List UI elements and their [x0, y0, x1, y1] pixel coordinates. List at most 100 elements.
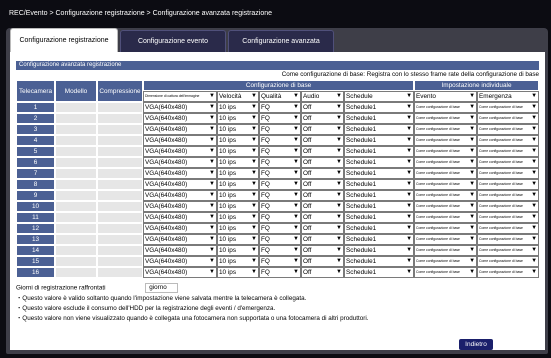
- event-select[interactable]: Come configurazione di base ▼: [414, 113, 478, 124]
- emergency-select[interactable]: Come configurazione di base ▼: [477, 223, 540, 234]
- rate-select[interactable]: 10 ips ▼: [217, 102, 259, 113]
- audio-select[interactable]: Off ▼: [301, 223, 344, 234]
- emergency-select[interactable]: Come configurazione di base ▼: [477, 179, 540, 190]
- schedule-select[interactable]: Schedule1 ▼: [344, 168, 415, 179]
- resolution-select[interactable]: VGA(640x480) ▼: [143, 223, 217, 234]
- tab-configurazione-registrazione[interactable]: Configurazione registrazione: [10, 28, 118, 52]
- emergency-select[interactable]: Come configurazione di base ▼: [477, 234, 540, 245]
- rate-select[interactable]: 10 ips ▼: [217, 168, 259, 179]
- event-select[interactable]: Come configurazione di base ▼: [414, 168, 478, 179]
- quality-select[interactable]: FQ ▼: [259, 223, 301, 234]
- schedule-select[interactable]: Schedule1 ▼: [344, 212, 415, 223]
- audio-select[interactable]: Off ▼: [301, 190, 344, 201]
- schedule-select[interactable]: Schedule1 ▼: [344, 223, 415, 234]
- resolution-select[interactable]: VGA(640x480) ▼: [143, 146, 217, 157]
- event-select[interactable]: Come configurazione di base ▼: [414, 256, 478, 267]
- quality-select[interactable]: FQ ▼: [259, 190, 301, 201]
- audio-select[interactable]: Off ▼: [301, 124, 344, 135]
- quality-select[interactable]: FQ ▼: [259, 168, 301, 179]
- quality-select[interactable]: FQ ▼: [259, 267, 301, 278]
- emergency-select[interactable]: Come configurazione di base ▼: [477, 102, 540, 113]
- quality-select[interactable]: FQ ▼: [259, 234, 301, 245]
- header-quality-select[interactable]: Qualità ▼: [259, 91, 301, 102]
- header-emergency-select[interactable]: Emergenza ▼: [477, 91, 540, 102]
- header-resolution-select[interactable]: Dimensione di cattura dell'immagine ▼: [143, 91, 217, 102]
- header-schedule-select[interactable]: Schedule ▼: [344, 91, 415, 102]
- quality-select[interactable]: FQ ▼: [259, 256, 301, 267]
- audio-select[interactable]: Off ▼: [301, 135, 344, 146]
- emergency-select[interactable]: Come configurazione di base ▼: [477, 190, 540, 201]
- header-rate-select[interactable]: Velocità ▼: [217, 91, 259, 102]
- resolution-select[interactable]: VGA(640x480) ▼: [143, 135, 217, 146]
- resolution-select[interactable]: VGA(640x480) ▼: [143, 113, 217, 124]
- resolution-select[interactable]: VGA(640x480) ▼: [143, 201, 217, 212]
- audio-select[interactable]: Off ▼: [301, 245, 344, 256]
- event-select[interactable]: Come configurazione di base ▼: [414, 102, 478, 113]
- resolution-select[interactable]: VGA(640x480) ▼: [143, 212, 217, 223]
- event-select[interactable]: Come configurazione di base ▼: [414, 267, 478, 278]
- rate-select[interactable]: 10 ips ▼: [217, 234, 259, 245]
- quality-select[interactable]: FQ ▼: [259, 124, 301, 135]
- audio-select[interactable]: Off ▼: [301, 201, 344, 212]
- rate-select[interactable]: 10 ips ▼: [217, 179, 259, 190]
- quality-select[interactable]: FQ ▼: [259, 157, 301, 168]
- emergency-select[interactable]: Come configurazione di base ▼: [477, 256, 540, 267]
- rate-select[interactable]: 10 ips ▼: [217, 113, 259, 124]
- event-select[interactable]: Come configurazione di base ▼: [414, 190, 478, 201]
- rate-select[interactable]: 10 ips ▼: [217, 190, 259, 201]
- rate-select[interactable]: 10 ips ▼: [217, 256, 259, 267]
- audio-select[interactable]: Off ▼: [301, 168, 344, 179]
- schedule-select[interactable]: Schedule1 ▼: [344, 234, 415, 245]
- emergency-select[interactable]: Come configurazione di base ▼: [477, 245, 540, 256]
- resolution-select[interactable]: VGA(640x480) ▼: [143, 179, 217, 190]
- rate-select[interactable]: 10 ips ▼: [217, 267, 259, 278]
- quality-select[interactable]: FQ ▼: [259, 245, 301, 256]
- audio-select[interactable]: Off ▼: [301, 102, 344, 113]
- resolution-select[interactable]: VGA(640x480) ▼: [143, 168, 217, 179]
- schedule-select[interactable]: Schedule1 ▼: [344, 113, 415, 124]
- rate-select[interactable]: 10 ips ▼: [217, 124, 259, 135]
- quality-select[interactable]: FQ ▼: [259, 201, 301, 212]
- header-event-select[interactable]: Evento ▼: [414, 91, 478, 102]
- resolution-select[interactable]: VGA(640x480) ▼: [143, 245, 217, 256]
- event-select[interactable]: Come configurazione di base ▼: [414, 212, 478, 223]
- schedule-select[interactable]: Schedule1 ▼: [344, 146, 415, 157]
- event-select[interactable]: Come configurazione di base ▼: [414, 223, 478, 234]
- audio-select[interactable]: Off ▼: [301, 212, 344, 223]
- audio-select[interactable]: Off ▼: [301, 234, 344, 245]
- schedule-select[interactable]: Schedule1 ▼: [344, 267, 415, 278]
- schedule-select[interactable]: Schedule1 ▼: [344, 124, 415, 135]
- emergency-select[interactable]: Come configurazione di base ▼: [477, 168, 540, 179]
- rate-select[interactable]: 10 ips ▼: [217, 212, 259, 223]
- resolution-select[interactable]: VGA(640x480) ▼: [143, 190, 217, 201]
- rate-select[interactable]: 10 ips ▼: [217, 223, 259, 234]
- emergency-select[interactable]: Come configurazione di base ▼: [477, 124, 540, 135]
- emergency-select[interactable]: Come configurazione di base ▼: [477, 267, 540, 278]
- resolution-select[interactable]: VGA(640x480) ▼: [143, 102, 217, 113]
- quality-select[interactable]: FQ ▼: [259, 146, 301, 157]
- rate-select[interactable]: 10 ips ▼: [217, 201, 259, 212]
- event-select[interactable]: Come configurazione di base ▼: [414, 135, 478, 146]
- event-select[interactable]: Come configurazione di base ▼: [414, 179, 478, 190]
- resolution-select[interactable]: VGA(640x480) ▼: [143, 267, 217, 278]
- emergency-select[interactable]: Come configurazione di base ▼: [477, 157, 540, 168]
- emergency-select[interactable]: Come configurazione di base ▼: [477, 212, 540, 223]
- rate-select[interactable]: 10 ips ▼: [217, 245, 259, 256]
- schedule-select[interactable]: Schedule1 ▼: [344, 102, 415, 113]
- event-select[interactable]: Come configurazione di base ▼: [414, 157, 478, 168]
- emergency-select[interactable]: Come configurazione di base ▼: [477, 113, 540, 124]
- resolution-select[interactable]: VGA(640x480) ▼: [143, 256, 217, 267]
- rate-select[interactable]: 10 ips ▼: [217, 146, 259, 157]
- back-button[interactable]: Indietro: [459, 339, 493, 350]
- event-select[interactable]: Come configurazione di base ▼: [414, 234, 478, 245]
- rate-select[interactable]: 10 ips ▼: [217, 135, 259, 146]
- schedule-select[interactable]: Schedule1 ▼: [344, 201, 415, 212]
- event-select[interactable]: Come configurazione di base ▼: [414, 146, 478, 157]
- schedule-select[interactable]: Schedule1 ▼: [344, 245, 415, 256]
- tab-configurazione-avanzata[interactable]: Configurazione avanzata: [228, 30, 334, 52]
- quality-select[interactable]: FQ ▼: [259, 102, 301, 113]
- audio-select[interactable]: Off ▼: [301, 179, 344, 190]
- audio-select[interactable]: Off ▼: [301, 267, 344, 278]
- quality-select[interactable]: FQ ▼: [259, 135, 301, 146]
- schedule-select[interactable]: Schedule1 ▼: [344, 190, 415, 201]
